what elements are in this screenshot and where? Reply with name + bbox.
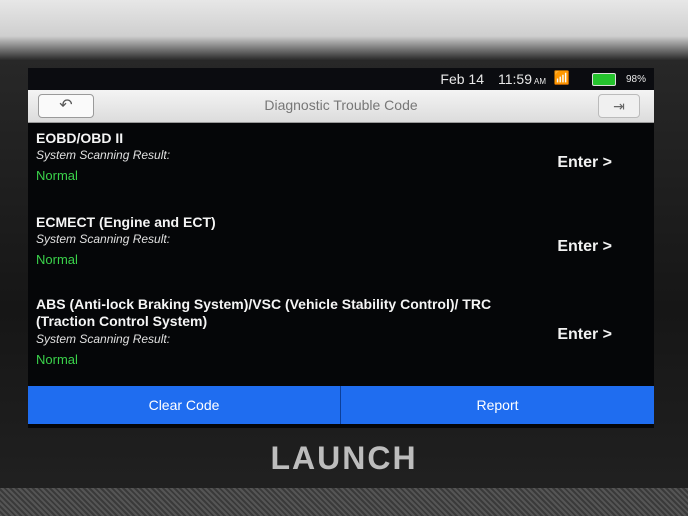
wifi-icon: 📶	[553, 70, 570, 85]
status-date: Feb 14	[440, 71, 484, 87]
enter-button[interactable]: Enter >	[557, 238, 612, 256]
scan-result: Normal	[36, 252, 78, 267]
battery-percent: 98%	[625, 74, 646, 85]
enter-button[interactable]: Enter >	[557, 154, 612, 172]
status-bar: Feb 14 11:59 AM 📶 98%	[28, 68, 654, 90]
device-brand-logo: LAUNCH	[270, 440, 418, 476]
scan-label: System Scanning Result:	[36, 148, 171, 162]
scan-result: Normal	[36, 168, 78, 183]
scan-label: System Scanning Result:	[36, 232, 171, 246]
status-time: 11:59 AM	[498, 71, 546, 87]
system-name: ABS (Anti-lock Braking System)/VSC (Vehi…	[36, 296, 492, 329]
clear-code-button[interactable]: Clear Code	[28, 386, 341, 424]
page-title: Diagnostic Trouble Code	[264, 97, 418, 113]
battery-icon	[592, 73, 616, 86]
system-name: EOBD/OBD II	[36, 130, 124, 146]
background-wall	[0, 0, 688, 60]
enter-button[interactable]: Enter >	[557, 326, 612, 344]
device-frame: Feb 14 11:59 AM 📶 98% ↶ Diagnostic Troubl…	[0, 0, 688, 516]
bottom-action-bar: Clear Code Report	[28, 386, 654, 424]
report-button[interactable]: Report	[341, 386, 654, 424]
scan-label: System Scanning Result:	[36, 332, 171, 346]
exit-icon: ⇥	[613, 98, 625, 114]
title-bar: ↶ Diagnostic Trouble Code ⇥	[28, 90, 654, 123]
system-name: ECMECT (Engine and ECT)	[36, 214, 216, 230]
fabric-surface	[0, 488, 688, 516]
scan-result: Normal	[36, 352, 78, 367]
status-time-value: 11:59	[498, 71, 532, 87]
exit-button[interactable]: ⇥	[598, 94, 640, 118]
status-ampm: AM	[534, 77, 546, 86]
screen: Feb 14 11:59 AM 📶 98% ↶ Diagnostic Troubl…	[28, 68, 654, 428]
